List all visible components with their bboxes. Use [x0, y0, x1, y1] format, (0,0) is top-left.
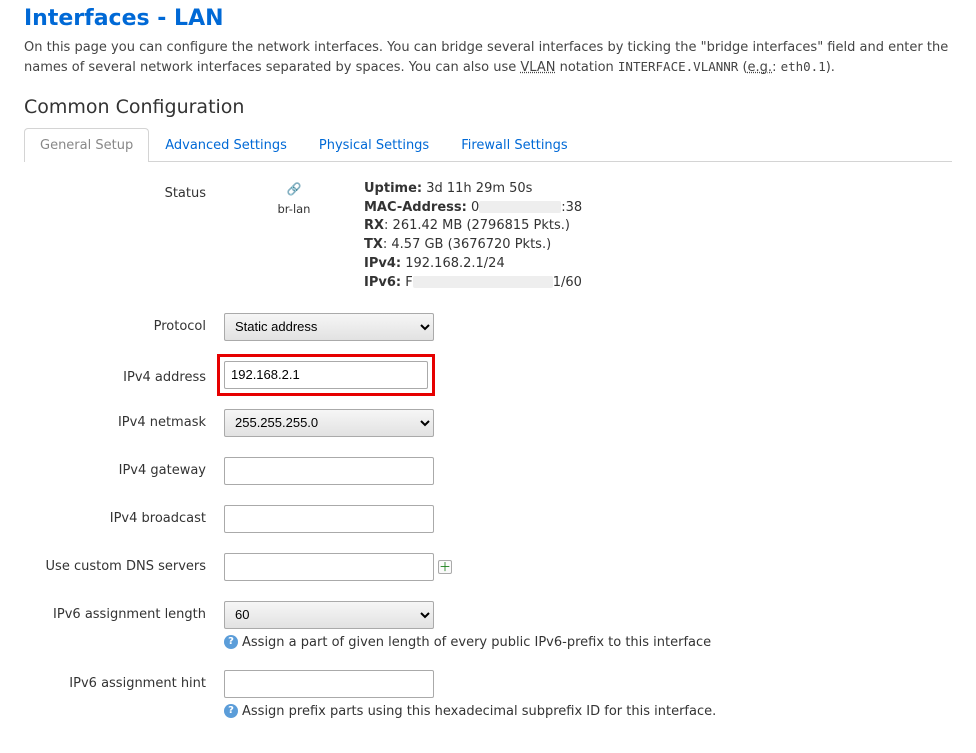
redacted-block: [479, 201, 561, 213]
tab-general-setup[interactable]: General Setup: [24, 128, 149, 162]
interface-box: 🔗 br-lan: [224, 180, 364, 216]
eg-abbr: e.g.: [748, 60, 773, 75]
ipv6-length-hint: Assign a part of given length of every p…: [242, 635, 711, 650]
redacted-block: [413, 276, 553, 288]
ipv6-hint-label: IPv6 assignment hint: [24, 670, 224, 691]
ipv6-hint-input[interactable]: [224, 670, 434, 698]
bridge-icon: 🔗: [224, 182, 364, 196]
ipv4-address-label: IPv4 address: [24, 361, 224, 385]
vlan-abbr: VLAN: [520, 60, 555, 75]
section-heading: Common Configuration: [24, 96, 952, 118]
tx-value: : 4.57 GB (3676720 Pkts.): [383, 237, 551, 252]
rx-value: : 261.42 MB (2796815 Pkts.): [384, 218, 570, 233]
help-icon: ?: [224, 704, 238, 718]
status-label: Status: [24, 180, 224, 201]
ipv6-length-select[interactable]: 60: [224, 601, 434, 629]
ipv4-address-input[interactable]: [224, 361, 428, 389]
dns-input[interactable]: [224, 553, 434, 581]
page-description: On this page you can configure the netwo…: [24, 39, 952, 78]
ipv4-broadcast-label: IPv4 broadcast: [24, 505, 224, 526]
help-icon: ?: [224, 635, 238, 649]
ipv4-netmask-select[interactable]: 255.255.255.0: [224, 409, 434, 437]
ipv6-hint-hint: Assign prefix parts using this hexadecim…: [242, 704, 716, 719]
tab-bar: General Setup Advanced Settings Physical…: [24, 128, 952, 162]
uptime-value: 3d 11h 29m 50s: [426, 181, 532, 196]
tab-physical-settings[interactable]: Physical Settings: [303, 128, 445, 162]
interface-name: br-lan: [278, 202, 311, 216]
vlan-example-code: eth0.1: [781, 59, 826, 74]
status-list: Uptime: 3d 11h 29m 50s MAC-Address: 0:38…: [364, 180, 582, 293]
ipv6-value: F1/60: [405, 275, 582, 290]
mac-value: 0:38: [471, 200, 582, 215]
tab-advanced-settings[interactable]: Advanced Settings: [149, 128, 303, 162]
ipv4-broadcast-input[interactable]: [224, 505, 434, 533]
ipv4-value: 192.168.2.1/24: [405, 256, 505, 271]
ipv4-address-highlight: [217, 354, 435, 396]
vlan-notation-code: INTERFACE.VLANNR: [618, 59, 738, 74]
protocol-select[interactable]: Static address: [224, 313, 434, 341]
protocol-label: Protocol: [24, 313, 224, 334]
ipv6-length-label: IPv6 assignment length: [24, 601, 224, 622]
tab-firewall-settings[interactable]: Firewall Settings: [445, 128, 583, 162]
dns-label: Use custom DNS servers: [24, 553, 224, 574]
add-dns-icon[interactable]: ＋: [438, 560, 452, 574]
ipv4-gateway-input[interactable]: [224, 457, 434, 485]
page-title: Interfaces - LAN: [24, 6, 952, 31]
ipv4-gateway-label: IPv4 gateway: [24, 457, 224, 478]
ipv4-netmask-label: IPv4 netmask: [24, 409, 224, 430]
